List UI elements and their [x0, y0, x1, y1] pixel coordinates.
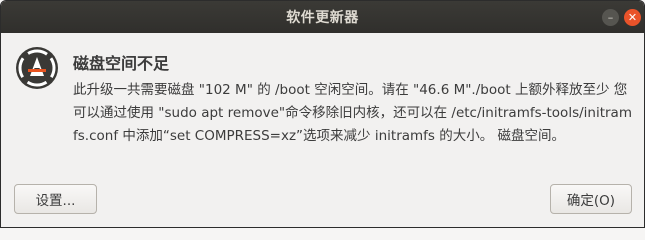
window-title: 软件更新器 — [286, 10, 359, 26]
close-button[interactable]: ✕ — [624, 9, 641, 26]
title-bar[interactable]: 软件更新器 – ✕ — [1, 1, 644, 33]
ok-button[interactable]: 确定(O) — [550, 184, 632, 214]
software-updater-icon — [14, 45, 60, 91]
dialog-heading: 磁盘空间不足 — [73, 54, 170, 73]
minimize-button[interactable]: – — [602, 9, 619, 26]
software-updater-dialog: 软件更新器 – ✕ 磁盘空间不足 此升级一共需要磁盘 "102 M" 的 /bo… — [0, 0, 645, 228]
settings-button[interactable]: 设置... — [14, 184, 97, 214]
dialog-message: 此升级一共需要磁盘 "102 M" 的 /boot 空闲空间。请在 "46.6 … — [73, 82, 632, 144]
